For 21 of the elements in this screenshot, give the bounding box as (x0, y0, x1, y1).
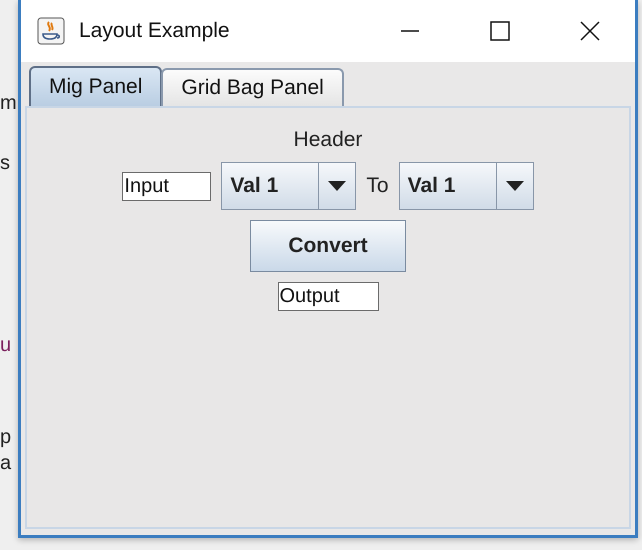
code-text: p (0, 426, 12, 448)
code-text: s (0, 152, 10, 174)
dropdown[interactable]: Val 1 (398, 162, 534, 210)
coffee-cup-icon (37, 17, 65, 45)
close-icon (579, 20, 601, 42)
window-title: Layout Example (79, 19, 231, 43)
code-text: u (0, 334, 12, 356)
output-field[interactable]: Output (278, 282, 378, 311)
code-text: a (0, 452, 12, 474)
dropdown[interactable]: Val 1 (221, 162, 356, 210)
caret-icon (328, 181, 346, 191)
maximize-icon (489, 20, 511, 42)
code-text: m (0, 92, 17, 114)
to-label: To (366, 174, 389, 198)
tab[interactable]: Grid Bag Panel (161, 68, 344, 106)
minimize-icon (399, 30, 421, 32)
header-label: Header (294, 128, 362, 152)
caret-icon (506, 181, 524, 191)
input-field[interactable]: Input (122, 172, 212, 200)
tab[interactable]: Mig Panel (29, 66, 162, 106)
convert-button[interactable]: Convert (250, 220, 406, 272)
